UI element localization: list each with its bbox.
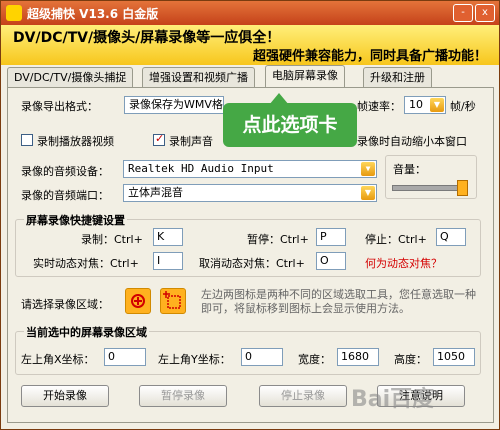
realtime-focus-input[interactable]: I [153, 252, 183, 270]
pause-hotkey-label: 暂停：Ctrl+ [247, 233, 309, 246]
rectangle-select-icon [163, 291, 181, 309]
title-bar: 超级捕快 V13.6 白金版 - x [1, 1, 499, 25]
hotkey-group-title: 屏幕录像快捷键设置 [24, 212, 127, 228]
app-window: 超级捕快 V13.6 白金版 - x DV/DC/TV/摄像头/屏幕录像等一应俱… [0, 0, 500, 430]
volume-slider-thumb[interactable] [456, 180, 468, 196]
x-coord-input[interactable]: 0 [104, 348, 146, 366]
tab-screen-recording[interactable]: 电脑屏幕录像 [265, 65, 345, 87]
minimize-button[interactable]: - [453, 4, 473, 22]
chevron-down-icon: ▼ [430, 98, 444, 112]
region-tool-target-button[interactable] [125, 288, 151, 314]
audio-port-label: 录像的音频端口： [21, 189, 109, 202]
frame-rate-unit: 帧/秒 [450, 100, 476, 113]
stop-hotkey-input[interactable]: Q [436, 228, 466, 246]
y-coord-label: 左上角Y坐标： [158, 353, 231, 366]
frame-rate-value: 10 [409, 98, 423, 111]
volume-label: 音量： [393, 163, 426, 176]
tab-capture[interactable]: DV/DC/TV/摄像头捕捉 [7, 67, 134, 87]
height-input[interactable]: 1050 [433, 348, 475, 366]
cancel-focus-label: 取消动态对焦：Ctrl+ [199, 257, 305, 270]
record-player-checkbox[interactable] [21, 134, 33, 146]
record-hotkey-input[interactable]: K [153, 228, 183, 246]
pause-hotkey-input[interactable]: P [316, 228, 346, 246]
audio-device-value: Realtek HD Audio Input [128, 162, 274, 175]
record-sound-checkbox[interactable]: ✓ [153, 132, 165, 146]
cancel-focus-input[interactable]: O [316, 252, 346, 270]
promo-banner: DV/DC/TV/摄像头/屏幕录像等一应俱全！ 超强硬件兼容能力，同时具备广播功… [1, 25, 499, 65]
frame-rate-select[interactable]: 10 ▼ [404, 96, 446, 114]
tab-upgrade-register[interactable]: 升级和注册 [363, 67, 432, 87]
pause-recording-button[interactable]: 暂停录像 [139, 385, 227, 407]
height-label: 高度： [394, 353, 427, 366]
minimize-window-label: 录像时自动缩小本窗口 [357, 135, 467, 148]
stop-recording-button[interactable]: 停止录像 [259, 385, 347, 407]
close-button[interactable]: x [475, 4, 495, 22]
audio-device-select[interactable]: Realtek HD Audio Input ▼ [123, 160, 377, 178]
record-player-label: 录制播放器视频 [37, 135, 114, 148]
chevron-down-icon: ▼ [361, 162, 375, 176]
audio-device-label: 录像的音频设备： [21, 165, 109, 178]
realtime-focus-label: 实时动态对焦：Ctrl+ [33, 257, 139, 270]
current-region-title: 当前选中的屏幕录像区域 [24, 324, 149, 340]
tab-enhanced-settings[interactable]: 增强设置和视频广播 [142, 67, 255, 87]
tooltip-click-tab: 点此选项卡 [223, 103, 357, 147]
frame-rate-label: 帧速率： [357, 100, 401, 113]
audio-port-value: 立体声混音 [128, 186, 183, 199]
banner-line-1: DV/DC/TV/摄像头/屏幕录像等一应俱全！ [13, 30, 281, 46]
audio-port-select[interactable]: 立体声混音 ▼ [123, 184, 377, 202]
stop-hotkey-label: 停止：Ctrl+ [365, 233, 427, 246]
region-tool-rect-button[interactable] [160, 288, 186, 314]
y-coord-input[interactable]: 0 [241, 348, 283, 366]
record-hotkey-label: 录制：Ctrl+ [81, 233, 143, 246]
export-format-select[interactable]: 录像保存为WMV格式 [124, 96, 224, 114]
dynamic-focus-help-link[interactable]: 何为动态对焦？ [365, 255, 442, 271]
baidu-watermark: Bai百度 [351, 387, 435, 412]
start-recording-button[interactable]: 开始录像 [21, 385, 109, 407]
export-format-value: 录像保存为WMV格式 [129, 98, 224, 111]
width-input[interactable]: 1680 [337, 348, 379, 366]
region-select-label: 请选择录像区域： [21, 298, 109, 311]
export-format-label: 录像导出格式： [21, 100, 98, 113]
banner-line-2: 超强硬件兼容能力，同时具备广播功能！ [252, 49, 487, 64]
region-tool-hint: 左边两图标是两种不同的区域选取工具，您任意选取一种即可，将鼠标移到图标上会显示使… [201, 288, 476, 315]
checkmark-icon: ✓ [155, 132, 165, 145]
width-label: 宽度： [298, 353, 331, 366]
app-icon [6, 5, 22, 21]
record-sound-label: 录制声音 [169, 135, 213, 148]
chevron-down-icon: ▼ [361, 186, 375, 200]
window-title: 超级捕快 V13.6 白金版 [27, 7, 159, 21]
x-coord-label: 左上角X坐标： [21, 353, 95, 366]
crosshair-icon [131, 294, 145, 308]
